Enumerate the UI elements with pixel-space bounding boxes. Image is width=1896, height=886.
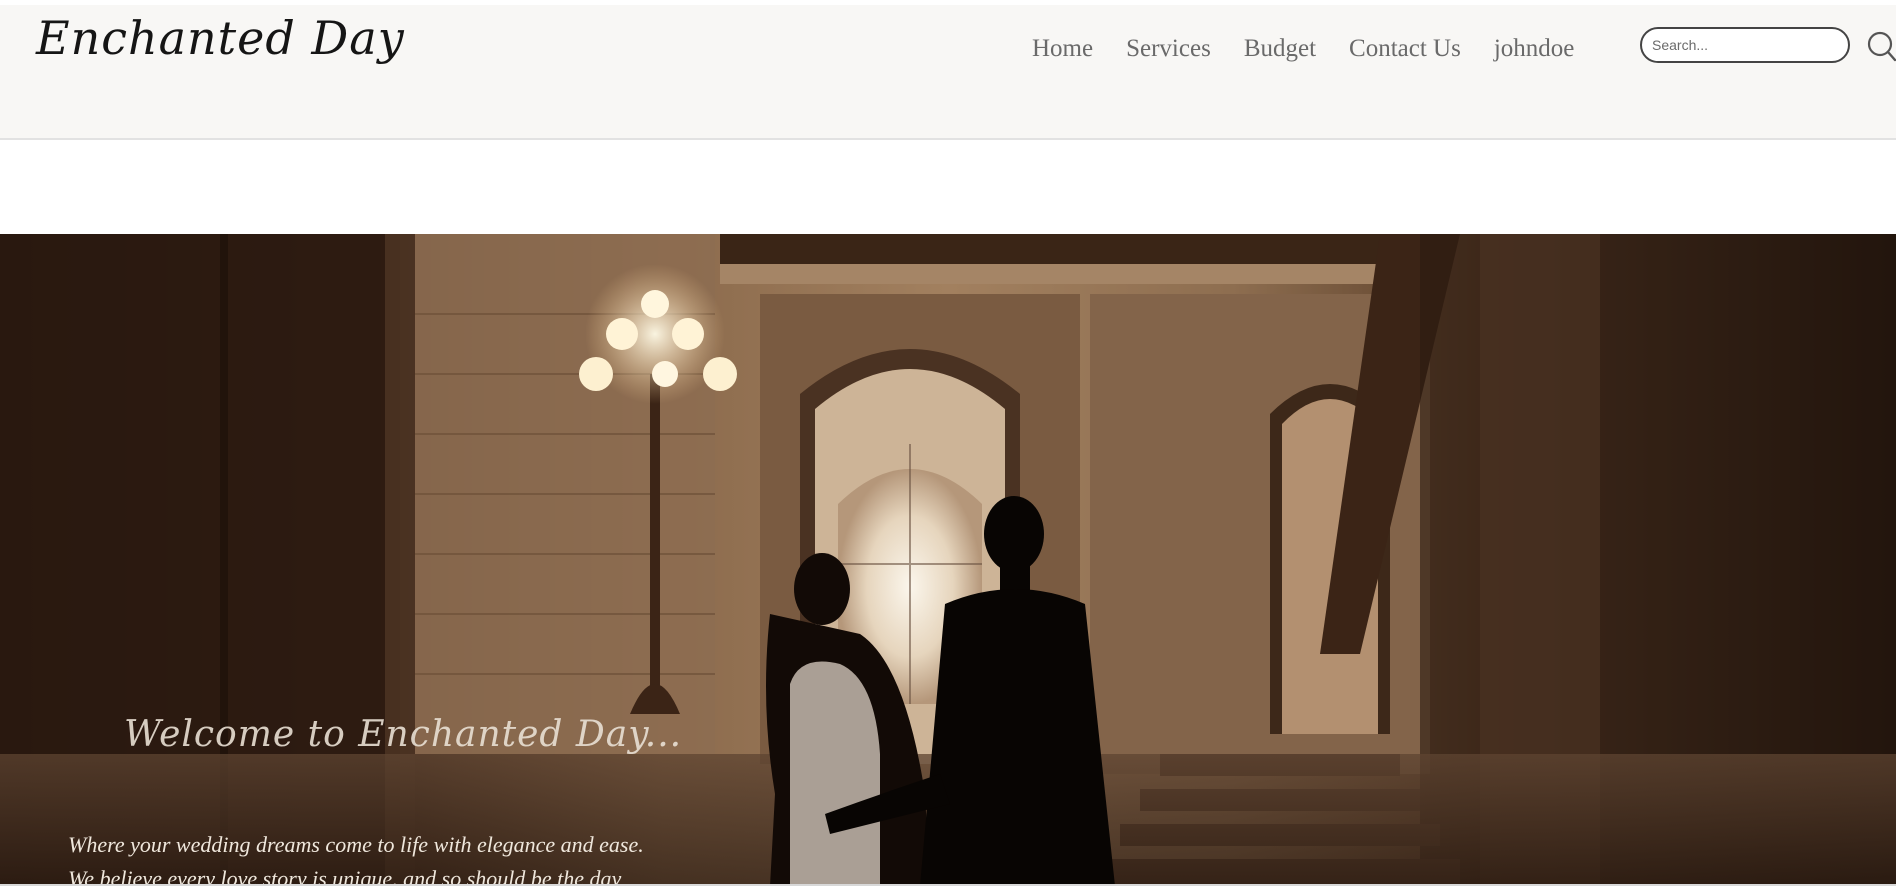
nav-item-services[interactable]: Services [1126, 35, 1211, 63]
spacer-band [0, 140, 1896, 234]
site-header: Enchanted Day Home Services Budget Conta… [0, 5, 1896, 140]
search-icon[interactable] [1864, 29, 1896, 65]
site-logo[interactable]: Enchanted Day [36, 11, 405, 65]
nav-item-user-account[interactable]: johndoe [1494, 35, 1575, 63]
hero-title: Welcome to Enchanted Day... [124, 714, 683, 755]
search-input[interactable] [1640, 27, 1850, 63]
nav-item-budget[interactable]: Budget [1244, 35, 1316, 63]
page: Enchanted Day Home Services Budget Conta… [0, 0, 1896, 886]
hero-banner: Welcome to Enchanted Day... Where your w… [0, 234, 1896, 886]
main-nav: Home Services Budget Contact Us johndoe [1032, 35, 1574, 63]
hero-tagline-line-2: We believe every love story is unique, a… [68, 866, 622, 886]
hero-image [0, 234, 1896, 886]
nav-item-home[interactable]: Home [1032, 35, 1093, 63]
hero-tagline-line-1: Where your wedding dreams come to life w… [68, 832, 644, 857]
nav-item-contact-us[interactable]: Contact Us [1349, 35, 1461, 63]
